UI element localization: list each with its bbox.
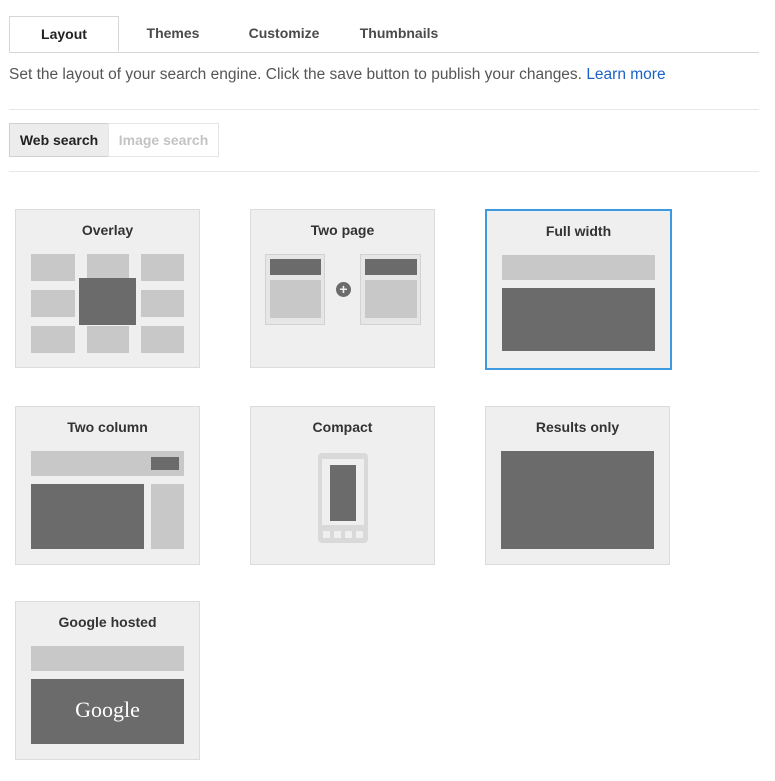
layout-card-two-column[interactable]: Two column (15, 406, 200, 565)
layout-card-title: Full width (545, 223, 612, 239)
web-search-button[interactable]: Web search (9, 123, 109, 157)
tab-themes[interactable]: Themes (119, 16, 227, 51)
description-text: Set the layout of your search engine. Cl… (9, 66, 582, 83)
image-search-button[interactable]: Image search (108, 123, 219, 157)
layout-card-results-only[interactable]: Results only (485, 406, 670, 565)
divider (9, 109, 759, 110)
layout-description: Set the layout of your search engine. Cl… (9, 66, 666, 84)
layout-card-two-page[interactable]: Two page + (250, 209, 435, 368)
learn-more-link[interactable]: Learn more (586, 66, 665, 83)
layout-card-title: Results only (535, 419, 620, 435)
divider (9, 171, 759, 172)
layout-card-google-hosted[interactable]: Google hosted Google (15, 601, 200, 760)
layout-card-full-width[interactable]: Full width (485, 209, 672, 370)
layout-card-compact[interactable]: Compact (250, 406, 435, 565)
layout-card-title: Overlay (81, 222, 134, 238)
layout-card-overlay[interactable]: Overlay (15, 209, 200, 368)
google-logo: Google (75, 697, 140, 722)
layout-card-title: Two column (67, 419, 148, 435)
tab-bar: Layout Themes Customize Thumbnails (9, 16, 759, 53)
tab-layout[interactable]: Layout (9, 16, 119, 52)
tab-thumbnails[interactable]: Thumbnails (341, 16, 457, 51)
layout-card-title: Compact (312, 419, 373, 435)
tab-customize[interactable]: Customize (227, 16, 341, 51)
layout-card-title: Two page (310, 222, 375, 238)
layout-card-title: Google hosted (58, 614, 157, 630)
